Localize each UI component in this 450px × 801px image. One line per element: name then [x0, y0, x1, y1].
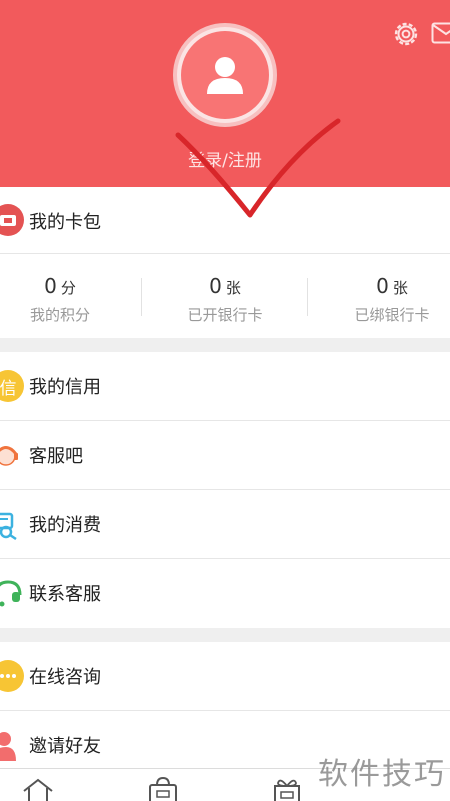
headset-avatar-icon — [0, 439, 24, 471]
opened-cards-stat[interactable]: 0张 已开银行卡 — [150, 254, 300, 338]
wallet-title: 我的卡包 — [29, 212, 101, 233]
avatar[interactable] — [173, 23, 277, 127]
divider — [307, 278, 308, 316]
list-item[interactable]: 客服吧 — [0, 421, 450, 490]
profile-header: 登录/注册 — [0, 0, 450, 187]
credit-icon: 信 — [0, 370, 24, 402]
invite-friend-icon — [0, 729, 24, 761]
wallet-icon — [0, 204, 24, 236]
wallet-stats: 0分 我的积分 0张 已开银行卡 0张 已绑银行卡 — [0, 254, 450, 338]
gear-icon[interactable] — [390, 18, 422, 50]
login-register-link[interactable]: 登录/注册 — [0, 146, 450, 171]
user-icon — [207, 57, 243, 94]
mail-icon[interactable] — [431, 22, 450, 44]
list-item[interactable]: 信 我的信用 — [0, 352, 450, 421]
menu-group-1: 信 我的信用 客服吧 我的消费 联系客服 — [0, 352, 450, 628]
bound-cards-stat[interactable]: 0张 已绑银行卡 — [317, 254, 450, 338]
list-item[interactable]: 在线咨询 — [0, 642, 450, 711]
consumption-icon — [0, 508, 24, 540]
wallet-row[interactable]: 我的卡包 — [0, 187, 450, 254]
divider — [141, 278, 142, 316]
headset-icon — [0, 577, 24, 609]
shop-bag-icon[interactable] — [146, 777, 180, 801]
watermark: 软件技巧 — [318, 757, 446, 792]
list-item[interactable]: 联系客服 — [0, 559, 450, 628]
home-icon[interactable] — [21, 777, 55, 801]
points-label: 我的积分 — [29, 306, 90, 324]
points-stat[interactable]: 0分 我的积分 — [0, 254, 135, 338]
chat-bubble-icon — [0, 660, 24, 692]
list-item[interactable]: 我的消费 — [0, 490, 450, 559]
bound-cards-label: 已绑银行卡 — [354, 306, 430, 324]
gift-icon[interactable] — [270, 777, 304, 801]
opened-cards-label: 已开银行卡 — [187, 306, 263, 324]
